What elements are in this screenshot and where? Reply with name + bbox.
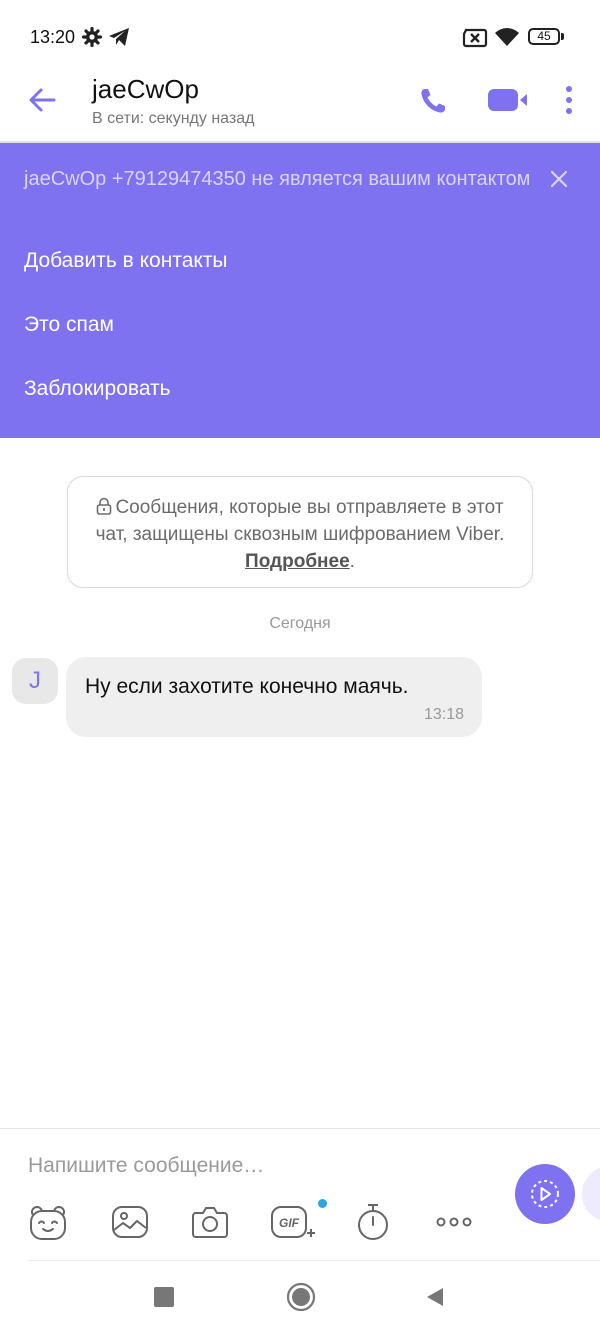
- timer-icon[interactable]: [353, 1202, 393, 1242]
- message-time: 13:18: [423, 706, 464, 723]
- date-separator: Сегодня: [269, 615, 331, 632]
- tools-divider: [28, 1260, 600, 1261]
- new-indicator-dot: [318, 1199, 327, 1208]
- telegram-icon: [109, 28, 129, 46]
- phone-icon[interactable]: [418, 86, 448, 116]
- add-to-contacts-button[interactable]: Добавить в контакты: [24, 248, 228, 274]
- block-button[interactable]: Заблокировать: [24, 376, 171, 402]
- back-arrow-icon[interactable]: [26, 84, 58, 116]
- encryption-notice-text: Сообщения, которые вы отправляете в этот…: [90, 494, 510, 575]
- recent-apps-button[interactable]: [154, 1287, 174, 1307]
- close-icon[interactable]: [548, 168, 570, 190]
- battery-icon: 45: [528, 28, 560, 45]
- encryption-notice-body: Сообщения, которые вы отправляете в этот…: [95, 497, 505, 545]
- banner-note: jaeCwOp +79129474350 не является вашим к…: [24, 168, 531, 190]
- more-vertical-icon[interactable]: [560, 84, 578, 116]
- chat-status: В сети: секунду назад: [92, 110, 255, 127]
- battery-tip: [561, 33, 564, 40]
- wifi-icon: [495, 28, 519, 46]
- encryption-notice-suffix: .: [349, 551, 355, 572]
- message-text: Ну если захотите конечно маячь.: [85, 675, 409, 698]
- secondary-button-edge[interactable]: [582, 1166, 600, 1222]
- status-time: 13:20: [30, 27, 76, 47]
- send-button[interactable]: [515, 1164, 575, 1224]
- composer-divider: [0, 1128, 600, 1129]
- gallery-icon[interactable]: [110, 1202, 150, 1242]
- video-camera-icon[interactable]: [486, 86, 528, 114]
- learn-more-link[interactable]: Подробнее: [245, 551, 350, 572]
- nav-back-button[interactable]: [424, 1286, 446, 1308]
- message-input[interactable]: [28, 1152, 488, 1180]
- avatar[interactable]: J: [12, 658, 58, 704]
- sim-error-icon: [462, 28, 488, 48]
- chat-title[interactable]: jaeCwOp: [92, 74, 199, 104]
- lock-icon: [97, 497, 112, 515]
- gif-icon[interactable]: GIF: [270, 1202, 316, 1242]
- sticker-icon[interactable]: [28, 1202, 68, 1242]
- camera-icon[interactable]: [190, 1202, 230, 1242]
- play-send-icon: [531, 1180, 559, 1208]
- svg-text:GIF: GIF: [279, 1216, 300, 1230]
- report-spam-button[interactable]: Это спам: [24, 312, 114, 338]
- home-button[interactable]: [286, 1282, 316, 1312]
- more-horizontal-icon[interactable]: [434, 1202, 474, 1242]
- gear-icon: [82, 27, 102, 47]
